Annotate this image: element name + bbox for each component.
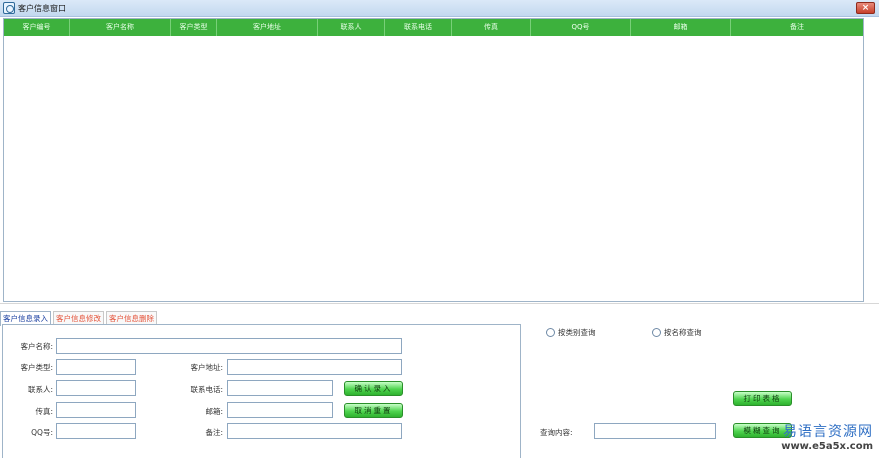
column-header-fax[interactable]: 传真 (452, 19, 531, 36)
query-content-input[interactable] (594, 423, 716, 439)
fax-input[interactable] (56, 402, 136, 418)
note-input[interactable] (227, 423, 402, 439)
email-label: 邮箱: (205, 407, 223, 416)
table-header: 客户编号 客户名称 客户类型 客户地址 联系人 联系电话 传真 QQ号 邮箱 备… (4, 19, 863, 36)
window-title: 客户信息窗口 (18, 4, 66, 13)
column-header-customer-address[interactable]: 客户地址 (217, 19, 318, 36)
customer-address-input[interactable] (227, 359, 402, 375)
phone-input[interactable] (227, 380, 333, 396)
customer-name-label: 客户名称: (20, 342, 53, 351)
contact-input[interactable] (56, 380, 136, 396)
watermark-logo: 易语言资源网 www.e5a5x.com (765, 421, 873, 452)
watermark-url: www.e5a5x.com (781, 441, 873, 452)
email-input[interactable] (227, 402, 333, 418)
column-header-qq[interactable]: QQ号 (531, 19, 631, 36)
watermark-main: 易语言资源网 (783, 424, 873, 440)
column-header-customer-name[interactable]: 客户名称 (70, 19, 171, 36)
radio-query-by-type-label: 按类别查询 (558, 328, 596, 337)
qq-label: QQ号: (31, 428, 53, 437)
radio-dot[interactable] (546, 328, 555, 337)
column-header-contact[interactable]: 联系人 (318, 19, 385, 36)
radio-query-by-type[interactable]: 按类别查询 (546, 327, 596, 338)
title-bar: 客户信息窗口 × (0, 0, 879, 17)
column-header-customer-id[interactable]: 客户编号 (4, 19, 70, 36)
column-header-note[interactable]: 备注 (731, 19, 863, 36)
customer-address-label: 客户地址: (190, 363, 223, 372)
column-header-customer-type[interactable]: 客户类型 (171, 19, 217, 36)
cancel-reset-button[interactable]: 取消重置 (344, 403, 403, 418)
app-icon (3, 2, 15, 14)
phone-label: 联系电话: (190, 385, 223, 394)
customer-name-input[interactable] (56, 338, 402, 354)
column-header-phone[interactable]: 联系电话 (385, 19, 452, 36)
radio-query-by-name[interactable]: 按名称查询 (652, 327, 702, 338)
radio-query-by-name-label: 按名称查询 (664, 328, 702, 337)
customer-type-label: 客户类型: (20, 363, 53, 372)
customer-table[interactable]: 客户编号 客户名称 客户类型 客户地址 联系人 联系电话 传真 QQ号 邮箱 备… (3, 18, 864, 302)
customer-type-input[interactable] (56, 359, 136, 375)
fax-label: 传真: (35, 407, 53, 416)
qq-input[interactable] (56, 423, 136, 439)
column-header-email[interactable]: 邮箱 (631, 19, 731, 36)
confirm-entry-button[interactable]: 确认录入 (344, 381, 403, 396)
note-label: 备注: (205, 428, 223, 437)
query-content-label: 查询内容: (540, 428, 573, 437)
close-button[interactable]: × (856, 2, 875, 14)
contact-label: 联系人: (27, 385, 53, 394)
divider (0, 303, 879, 304)
print-table-button[interactable]: 打印表格 (733, 391, 792, 406)
radio-dot[interactable] (652, 328, 661, 337)
entry-panel: 客户名称: 客户类型: 客户地址: 联系人: 联系电话: 确认录入 传真: 邮箱… (2, 324, 521, 458)
